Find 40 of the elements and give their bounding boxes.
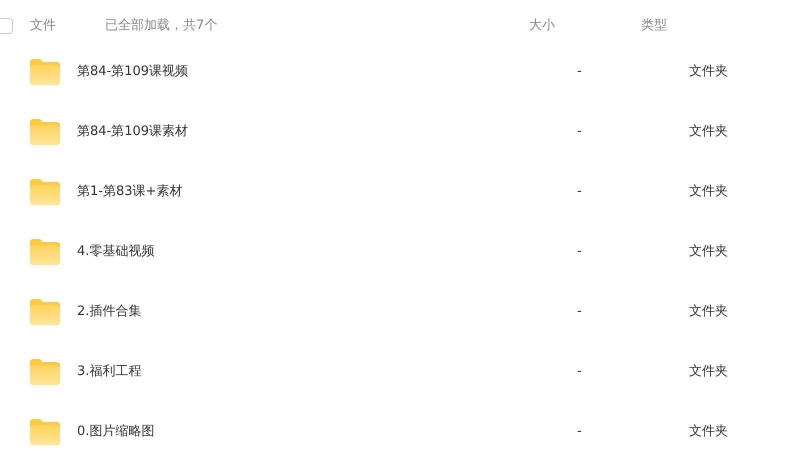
load-status-text: 已全部加载，共7个 [105, 17, 218, 36]
file-size: - [577, 423, 583, 442]
file-size: - [577, 123, 583, 142]
file-type: 文件夹 [689, 363, 728, 382]
file-size: - [577, 303, 583, 322]
column-header[interactable]: 大小 [529, 16, 641, 36]
file-type: 文件夹 [689, 303, 728, 322]
folder-icon [30, 239, 60, 265]
file-row[interactable]: 4.零基础视频 - 文件夹 [0, 222, 788, 282]
file-name: 第84-第109课视频 [77, 63, 190, 82]
file-size: - [577, 63, 583, 82]
column-header[interactable]: 文件 [30, 16, 92, 36]
folder-icon [30, 179, 60, 205]
column-header[interactable]: 类型 [641, 16, 667, 36]
file-size: - [577, 363, 583, 382]
file-name: 0.图片缩略图 [77, 423, 156, 442]
file-name: 3.福利工程 [77, 363, 142, 382]
folder-icon [30, 419, 60, 445]
select-all-checkbox[interactable] [0, 18, 13, 34]
file-name: 第84-第109课素材 [77, 123, 190, 142]
file-size: - [577, 243, 583, 262]
folder-icon [30, 299, 60, 325]
file-name: 4.零基础视频 [77, 243, 156, 262]
folder-icon [30, 119, 60, 145]
file-type: 文件夹 [689, 123, 728, 142]
file-row[interactable]: 第84-第109课素材 - 文件夹 [0, 102, 788, 162]
file-name: 2.插件合集 [77, 303, 142, 322]
file-row[interactable]: 第1-第83课+素材 - 文件夹 [0, 162, 788, 222]
file-type: 文件夹 [689, 63, 728, 82]
file-row[interactable]: 第84-第109课视频 - 文件夹 [0, 42, 788, 102]
file-row[interactable]: 3.福利工程 - 文件夹 [0, 342, 788, 402]
file-name: 第1-第83课+素材 [77, 183, 184, 202]
folder-icon [30, 59, 60, 85]
file-type: 文件夹 [689, 423, 728, 442]
file-type: 文件夹 [689, 183, 728, 202]
file-size: - [577, 183, 583, 202]
file-row[interactable]: 2.插件合集 - 文件夹 [0, 282, 788, 342]
folder-icon [30, 359, 60, 385]
file-type: 文件夹 [689, 243, 728, 262]
file-row[interactable]: 0.图片缩略图 - 文件夹 [0, 402, 788, 462]
